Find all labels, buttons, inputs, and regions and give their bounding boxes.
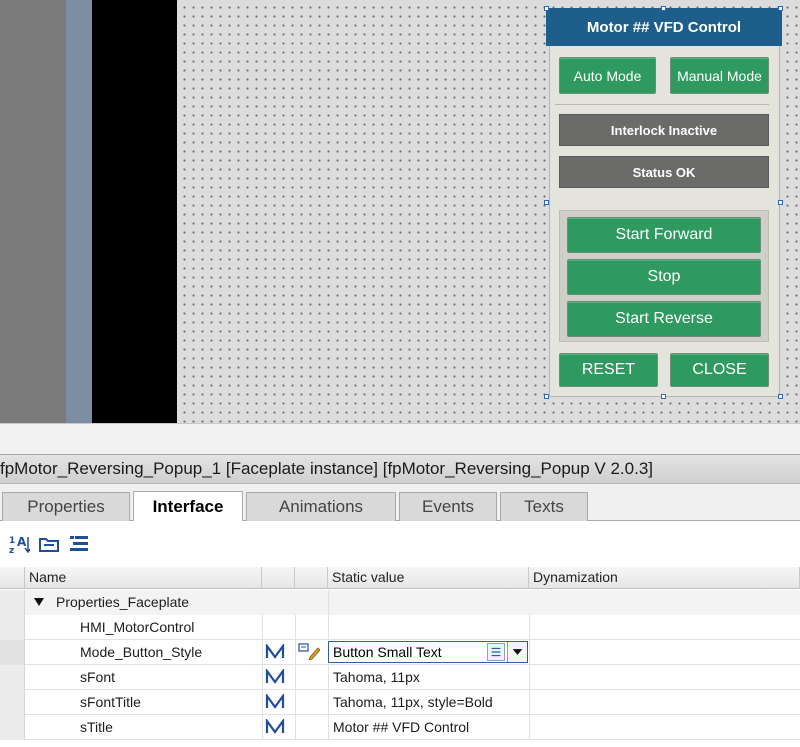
start-reverse-button[interactable]: Start Reverse [567, 301, 761, 337]
dynamization-link-icon[interactable] [265, 719, 285, 735]
col-divider [295, 715, 296, 740]
selection-handle-bottom[interactable] [661, 394, 666, 399]
property-name: sFontTitle [80, 694, 141, 710]
column-header-name[interactable]: Name [25, 567, 262, 589]
grid-header-corner [0, 567, 25, 589]
close-button[interactable]: CLOSE [670, 353, 769, 387]
inspector-tabs: Properties Interface Animations Events T… [0, 484, 800, 521]
selection-handle-bottom-left[interactable] [544, 394, 549, 399]
col-divider [328, 665, 329, 690]
selection-handle-right[interactable] [778, 200, 783, 205]
canvas-strip-blue [66, 0, 92, 423]
col-divider [328, 715, 329, 740]
interface-property-grid: Name Static value Dynamization Propertie… [0, 567, 800, 747]
dropdown-arrow-icon[interactable] [507, 642, 527, 662]
property-name: sFont [80, 669, 116, 685]
property-row[interactable]: Mode_Button_Style Button Small Text [0, 640, 800, 665]
property-name: Mode_Button_Style [80, 644, 203, 660]
stop-button[interactable]: Stop [567, 259, 761, 295]
property-row[interactable]: sFont Tahoma, 11px [0, 665, 800, 690]
group-label: Properties_Faceplate [56, 594, 190, 610]
selection-handle-top-right[interactable] [778, 6, 783, 11]
manual-mode-button[interactable]: Manual Mode [670, 57, 769, 94]
edit-pencil-icon[interactable] [298, 642, 320, 660]
col-divider [328, 590, 329, 615]
col-divider [295, 665, 296, 690]
tab-animations[interactable]: Animations [246, 492, 396, 521]
col-divider [295, 640, 296, 665]
screen-editor-canvas[interactable]: Motor ## VFD Control Auto Mode Manual Mo… [0, 0, 800, 423]
property-row[interactable]: sTitle Motor ## VFD Control [0, 715, 800, 740]
column-header-link[interactable] [262, 567, 295, 589]
column-header-static-value[interactable]: Static value [328, 567, 529, 589]
col-divider [262, 665, 263, 690]
col-divider [529, 665, 530, 690]
inspector-title: fpMotor_Reversing_Popup_1 [Faceplate ins… [0, 454, 800, 484]
property-value[interactable]: Tahoma, 11px [333, 665, 420, 689]
svg-text:z: z [9, 546, 14, 555]
faceplate-title: Motor ## VFD Control [546, 8, 782, 46]
start-forward-button[interactable]: Start Forward [567, 217, 761, 253]
col-divider [295, 615, 296, 640]
col-divider [262, 615, 263, 640]
tab-interface[interactable]: Interface [133, 491, 243, 521]
svg-text:A: A [17, 535, 27, 549]
selection-handle-top-left[interactable] [544, 6, 549, 11]
row-selector[interactable] [0, 665, 25, 690]
col-divider [529, 690, 530, 715]
auto-mode-button[interactable]: Auto Mode [559, 57, 656, 94]
column-header-dynamization[interactable]: Dynamization [529, 567, 800, 589]
status-ok-indicator: Status OK [559, 156, 769, 188]
list-icon[interactable] [68, 533, 90, 555]
property-row[interactable]: sFontTitle Tahoma, 11px, style=Bold [0, 690, 800, 715]
tab-events[interactable]: Events [399, 492, 497, 521]
row-selector[interactable] [0, 615, 25, 640]
interlock-status: Interlock Inactive [559, 114, 769, 146]
property-name: sTitle [80, 719, 113, 735]
sort-icon[interactable]: 1 z A [8, 533, 30, 555]
canvas-strip-black [92, 0, 177, 423]
panel-splitter[interactable] [0, 423, 800, 454]
col-divider [328, 615, 329, 640]
dynamization-link-icon[interactable] [265, 669, 285, 685]
row-selector[interactable] [0, 640, 25, 665]
tab-properties[interactable]: Properties [2, 492, 130, 521]
faceplate-divider [555, 104, 769, 105]
svg-text:1: 1 [9, 536, 15, 546]
static-value-editor[interactable]: Button Small Text [328, 641, 528, 663]
group-row-properties-faceplate[interactable]: Properties_Faceplate [0, 590, 800, 615]
reset-button[interactable]: RESET [559, 353, 658, 387]
canvas-strip-gray [0, 0, 66, 423]
col-divider [529, 640, 530, 665]
property-row[interactable]: HMI_MotorControl [0, 615, 800, 640]
property-value[interactable]: Tahoma, 11px, style=Bold [333, 690, 493, 714]
col-divider [328, 690, 329, 715]
col-divider [262, 690, 263, 715]
selection-handle-bottom-right[interactable] [778, 394, 783, 399]
col-divider [529, 615, 530, 640]
row-selector[interactable] [0, 590, 25, 615]
selection-handle-left[interactable] [544, 200, 549, 205]
tab-texts[interactable]: Texts [500, 492, 588, 521]
col-divider [529, 715, 530, 740]
property-value[interactable]: Motor ## VFD Control [333, 715, 469, 739]
text-list-icon[interactable] [487, 643, 505, 661]
dynamization-link-icon[interactable] [265, 644, 285, 660]
row-selector[interactable] [0, 690, 25, 715]
interface-toolbar: 1 z A [0, 521, 800, 567]
property-name: HMI_MotorControl [80, 619, 195, 635]
expand-triangle-icon[interactable] [34, 598, 44, 607]
col-divider [295, 690, 296, 715]
col-divider [262, 715, 263, 740]
folder-icon[interactable] [38, 533, 60, 555]
selection-handle-top[interactable] [661, 6, 666, 11]
column-header-edit[interactable] [295, 567, 328, 589]
dynamization-link-icon[interactable] [265, 694, 285, 710]
col-divider [262, 640, 263, 665]
static-value-editor-text: Button Small Text [333, 644, 442, 660]
row-selector[interactable] [0, 715, 25, 740]
